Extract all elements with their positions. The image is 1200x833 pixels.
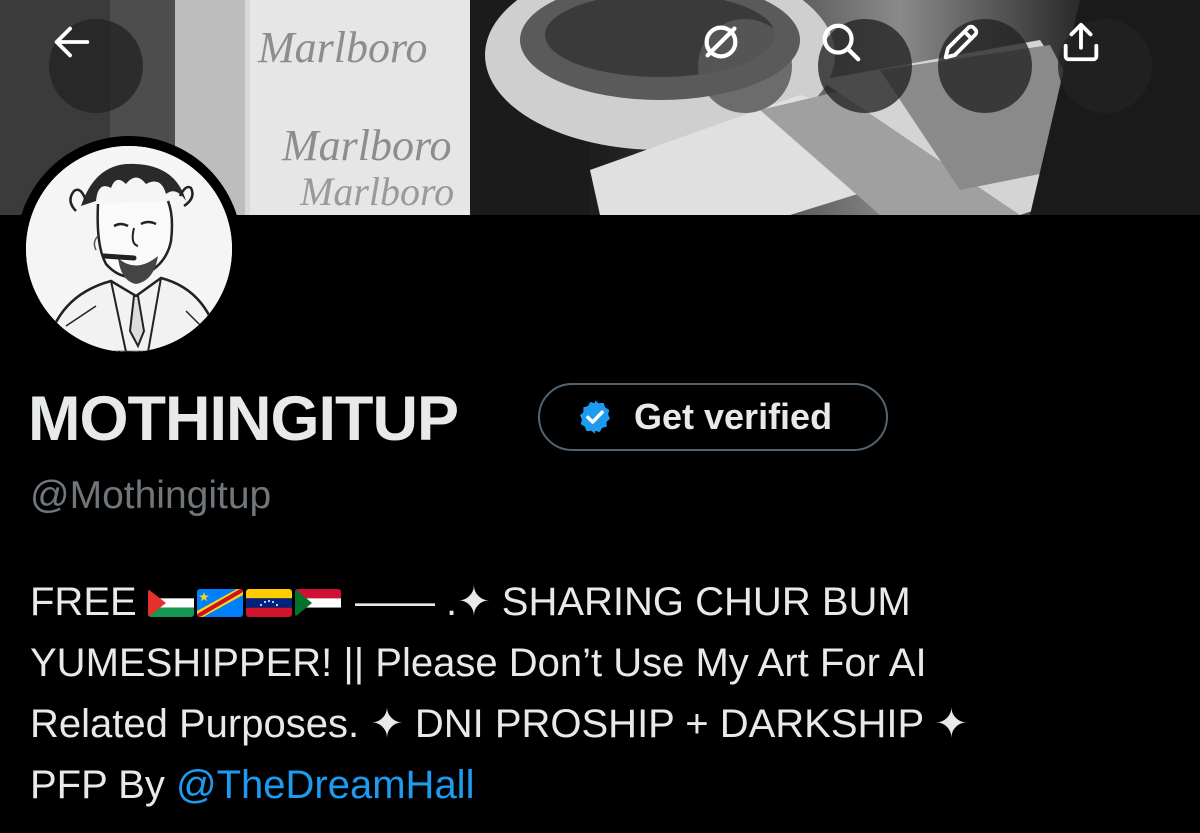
get-verified-label: Get verified [634,396,833,437]
search-icon [822,23,861,62]
profile-bio: FREE —— .✦ SHARING CHUR BUM YUMESHIPPER!… [30,572,1180,816]
sudan-flag-icon [294,589,341,617]
banner-text-2: Marlboro [281,121,452,170]
pencil-icon [943,24,979,60]
bio-pfp-credit: PFP By [30,763,165,807]
grok-button[interactable] [698,19,792,113]
avatar-drawing [26,146,232,352]
grok-icon [704,25,738,59]
dr-congo-flag-icon [196,589,243,617]
banner-text-3: Marlboro [299,169,454,214]
bio-line-1: FREE —— .✦ SHARING CHUR BUM [30,572,1180,633]
display-name: MOTHINGITUP [28,384,459,454]
arrow-left-icon [54,26,90,58]
verified-badge-icon [579,400,611,434]
share-button[interactable] [1058,19,1152,113]
bio-line-3: Related Purposes. ✦ DNI PROSHIP + DARKSH… [30,702,969,746]
user-handle: @Mothingitup [30,474,272,517]
search-button[interactable] [818,19,912,113]
bio-line-4: PFP By @TheDreamHall [30,755,1180,816]
bio-line-2: YUMESHIPPER! || Please Don’t Use My Art … [30,641,927,685]
bio-line-1-text: —— .✦ SHARING CHUR BUM [354,580,911,624]
venezuela-flag-icon [245,589,292,617]
edit-button[interactable] [938,19,1032,113]
banner-text-1: Marlboro [257,23,428,72]
bio-free-text: FREE [30,580,137,624]
mention-link[interactable]: @TheDreamHall [176,763,474,807]
share-icon [1063,22,1099,62]
profile-page: Marlboro Marlboro Marlboro MOTHINGITUP G… [0,0,1200,833]
avatar[interactable] [26,146,232,352]
get-verified-button[interactable]: Get verified [538,383,888,451]
back-button[interactable] [49,19,143,113]
palestine-flag-icon [147,589,194,617]
